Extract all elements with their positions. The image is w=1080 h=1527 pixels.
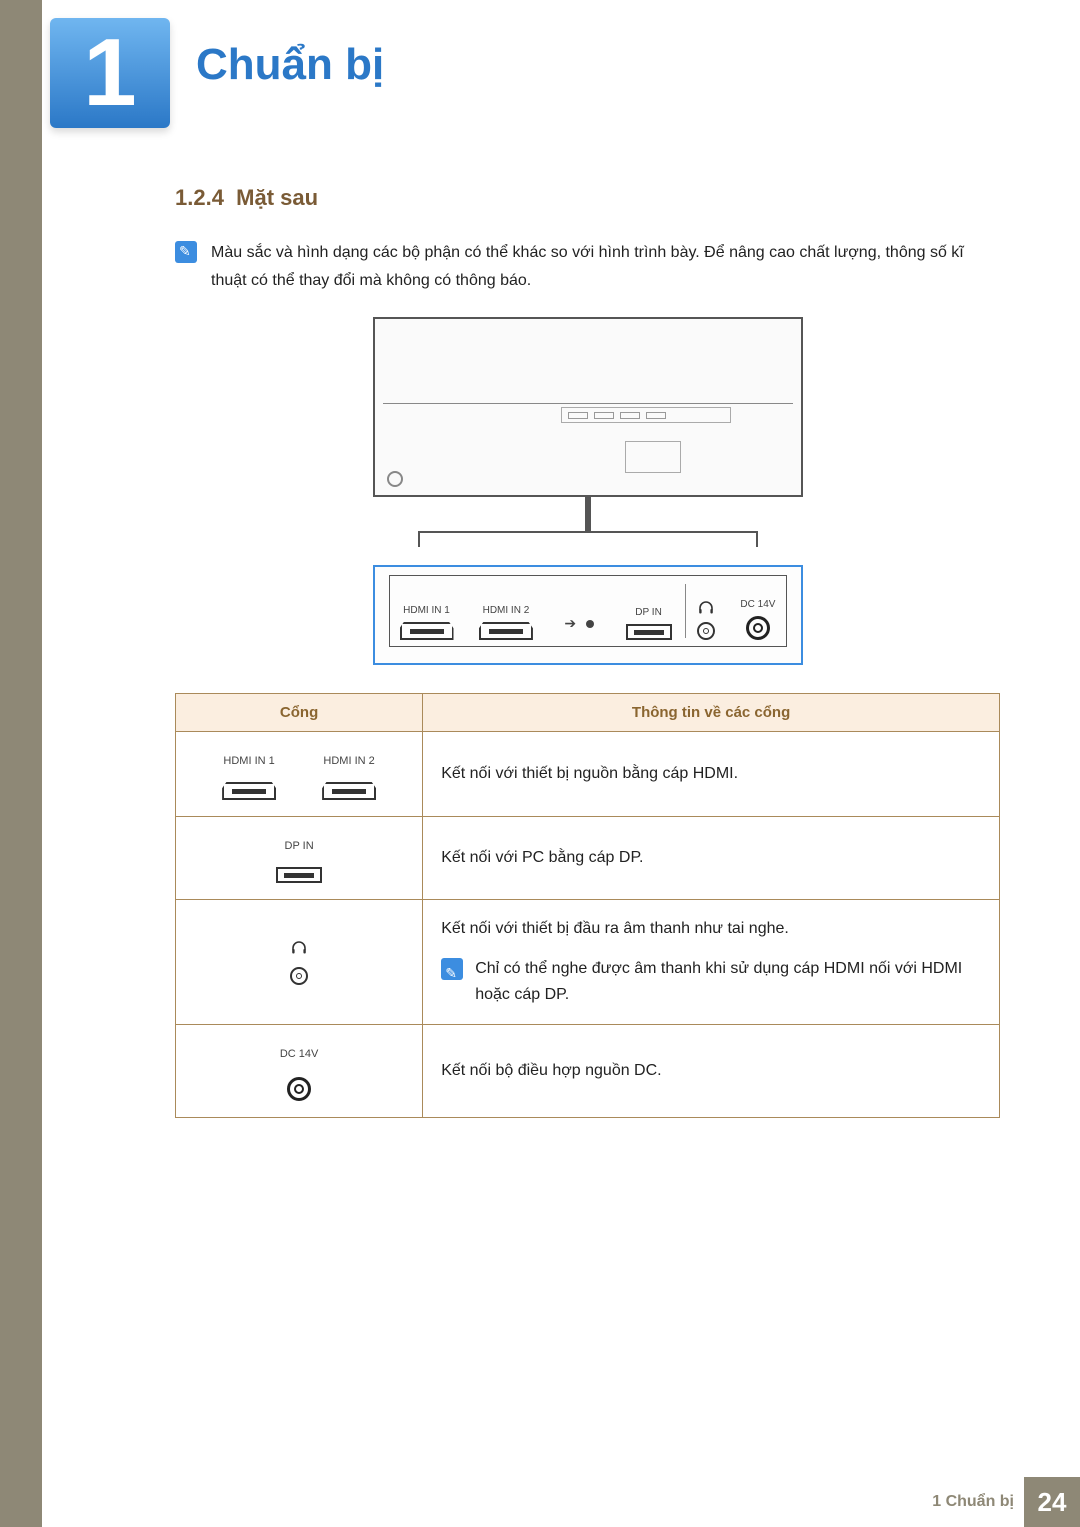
port-label: HDMI IN 2 [483, 605, 530, 616]
port-desc: Kết nối với PC bằng cáp DP. [423, 817, 1000, 900]
port-label: DP IN [635, 607, 662, 618]
port-desc: Kết nối với thiết bị nguồn bằng cáp HDMI… [423, 732, 1000, 817]
port-label: DP IN [285, 833, 314, 859]
dc-jack-icon [287, 1077, 311, 1101]
table-row: DC 14V Kết nối bộ điều hợp nguồn DC. [176, 1025, 1000, 1118]
port-headphone [697, 600, 715, 640]
port-label: HDMI IN 2 [323, 748, 374, 774]
port-desc: Kết nối bộ điều hợp nguồn DC. [423, 1025, 1000, 1118]
port-hdmi2: HDMI IN 2 [479, 605, 533, 640]
section-number: 1.2.4 [175, 185, 224, 210]
port-dp: DP IN [626, 607, 672, 640]
page-content: 1.2.4 Mặt sau Màu sắc và hình dạng các b… [175, 185, 1000, 1118]
port-hdmi1: HDMI IN 1 [400, 605, 454, 640]
audio-jack-icon [697, 622, 715, 640]
indicator-dots: ➔ [564, 615, 594, 632]
hdmi-port-icon [400, 622, 454, 640]
subnote-text: Chỉ có thể nghe được âm thanh khi sử dụn… [475, 956, 981, 1008]
th-desc: Thông tin về các cổng [423, 694, 1000, 732]
chapter-number: 1 [83, 18, 136, 128]
dp-port-icon [276, 867, 322, 883]
footer-chapter-label: 1 Chuẩn bị [932, 1493, 1014, 1511]
hdmi-port-icon [222, 782, 276, 800]
monitor-rear-figure: HDMI IN 1 HDMI IN 2 ➔ DP IN [175, 317, 1000, 665]
sidebar-stripe [0, 0, 42, 1527]
section-heading: 1.2.4 Mặt sau [175, 185, 1000, 211]
dp-port-icon [626, 624, 672, 640]
section-title: Mặt sau [236, 185, 318, 210]
info-note: Màu sắc và hình dạng các bộ phận có thể … [175, 239, 1000, 295]
th-port: Cổng [176, 694, 423, 732]
chapter-title: Chuẩn bị [196, 40, 384, 90]
note-icon [441, 958, 463, 980]
footer-page-number: 24 [1024, 1477, 1080, 1527]
note-text: Màu sắc và hình dạng các bộ phận có thể … [211, 239, 1000, 295]
port-dc: DC 14V [740, 599, 775, 640]
table-row: Kết nối với thiết bị đầu ra âm thanh như… [176, 900, 1000, 1025]
table-row: DP IN Kết nối với PC bằng cáp DP. [176, 817, 1000, 900]
port-table: Cổng Thông tin về các cổng HDMI IN 1 HDM… [175, 693, 1000, 1118]
port-label: DC 14V [740, 599, 775, 610]
port-desc: Kết nối với thiết bị đầu ra âm thanh như… [441, 916, 981, 942]
port-label: HDMI IN 1 [223, 748, 274, 774]
table-row: HDMI IN 1 HDMI IN 2 Kết nối với thiết bị… [176, 732, 1000, 817]
headphone-icon [698, 600, 714, 616]
dc-jack-icon [746, 616, 770, 640]
monitor-rear-view [373, 317, 803, 497]
nested-note: Chỉ có thể nghe được âm thanh khi sử dụn… [441, 956, 981, 1008]
chapter-badge: 1 [50, 18, 170, 128]
hdmi-port-icon [322, 782, 376, 800]
port-label: HDMI IN 1 [403, 605, 450, 616]
port-label: DC 14V [280, 1041, 319, 1067]
note-icon [175, 241, 197, 263]
port-panel-figure: HDMI IN 1 HDMI IN 2 ➔ DP IN [373, 565, 803, 665]
page-footer: 1 Chuẩn bị 24 [0, 1477, 1080, 1527]
hdmi-port-icon [479, 622, 533, 640]
audio-jack-icon [290, 967, 308, 985]
headphone-icon [291, 939, 307, 955]
